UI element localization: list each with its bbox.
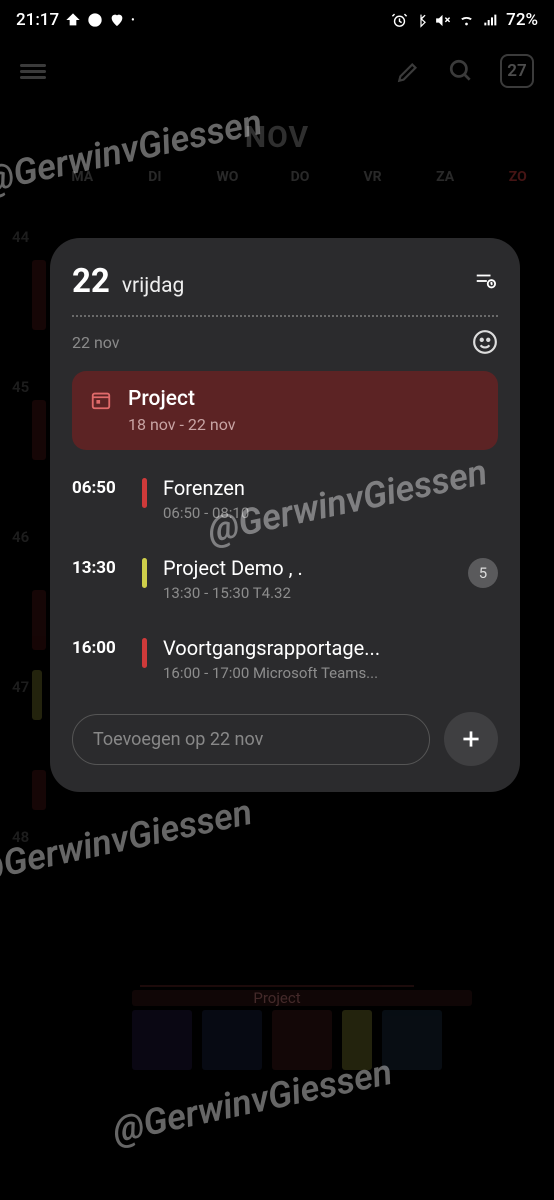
event-time: 06:50 <box>72 476 126 498</box>
alarm-icon <box>391 12 408 29</box>
event-time: 16:00 <box>72 636 126 658</box>
add-event-input[interactable]: Toevoegen op 22 nov <box>72 714 430 765</box>
weekday-label: ZO <box>481 169 554 185</box>
edit-icon[interactable] <box>396 58 422 84</box>
weekday-label: VR <box>336 169 409 185</box>
more-dot-icon: • <box>131 15 135 26</box>
weekday-header: MA DI WO DO VR ZA ZO <box>0 155 554 195</box>
add-event-button[interactable] <box>444 712 498 766</box>
event-title: Voortgangsrapportage... <box>163 636 498 660</box>
mute-icon <box>434 12 451 29</box>
event-color-stripe <box>142 638 147 668</box>
weekday-label: DI <box>119 169 192 185</box>
today-button[interactable]: 27 <box>500 54 534 88</box>
event-row[interactable]: 16:00 Voortgangsrapportage... 16:00 - 17… <box>72 636 498 682</box>
event-badge: 5 <box>468 558 498 588</box>
heart-icon <box>109 12 125 28</box>
event-subtitle: 13:30 - 15:30 T4.32 <box>163 584 452 602</box>
allday-title: Project <box>128 387 235 411</box>
notification-icon <box>65 12 81 28</box>
status-bar: 21:17 • 72% <box>0 0 554 40</box>
event-title: Forenzen <box>163 476 498 500</box>
bluetooth-icon <box>414 12 428 29</box>
smiley-icon[interactable] <box>472 329 498 355</box>
allday-event[interactable]: Project 18 nov - 22 nov <box>72 371 498 450</box>
weekday-label: MA <box>46 169 119 185</box>
event-subtitle: 16:00 - 17:00 Microsoft Teams... <box>163 664 498 682</box>
search-icon[interactable] <box>448 58 474 84</box>
event-color-stripe <box>142 478 147 508</box>
panel-date-short: 22 nov <box>72 333 120 352</box>
status-time: 21:17 <box>16 10 59 30</box>
app-toolbar: 27 <box>0 40 554 102</box>
day-detail-panel: 22 vrijdag 22 nov Project 18 nov - 22 no… <box>50 238 520 792</box>
background-event-label: Project <box>140 985 414 1007</box>
week-number-column: 44 45 46 47 48 <box>12 228 29 978</box>
pinterest-icon <box>87 12 103 28</box>
plus-icon <box>458 726 484 752</box>
event-subtitle: 06:50 - 08:10 <box>163 504 498 522</box>
event-row[interactable]: 06:50 Forenzen 06:50 - 08:10 <box>72 476 498 522</box>
signal-icon <box>482 12 500 28</box>
event-title: Project Demo , . <box>163 556 452 580</box>
event-row[interactable]: 13:30 Project Demo , . 13:30 - 15:30 T4.… <box>72 556 498 602</box>
event-time: 13:30 <box>72 556 126 578</box>
month-title: NOV <box>0 120 554 155</box>
weekday-label: WO <box>191 169 264 185</box>
battery-text: 72% <box>506 10 538 30</box>
calendar-icon <box>90 389 112 411</box>
panel-day-number: 22 <box>72 262 110 301</box>
wifi-icon <box>457 12 476 28</box>
weekday-label: DO <box>264 169 337 185</box>
allday-range: 18 nov - 22 nov <box>128 415 235 434</box>
event-color-stripe <box>142 558 147 588</box>
panel-day-name: vrijdag <box>122 274 184 298</box>
schedule-view-icon[interactable] <box>472 270 498 292</box>
menu-button[interactable] <box>20 61 46 82</box>
weekday-label: ZA <box>409 169 482 185</box>
